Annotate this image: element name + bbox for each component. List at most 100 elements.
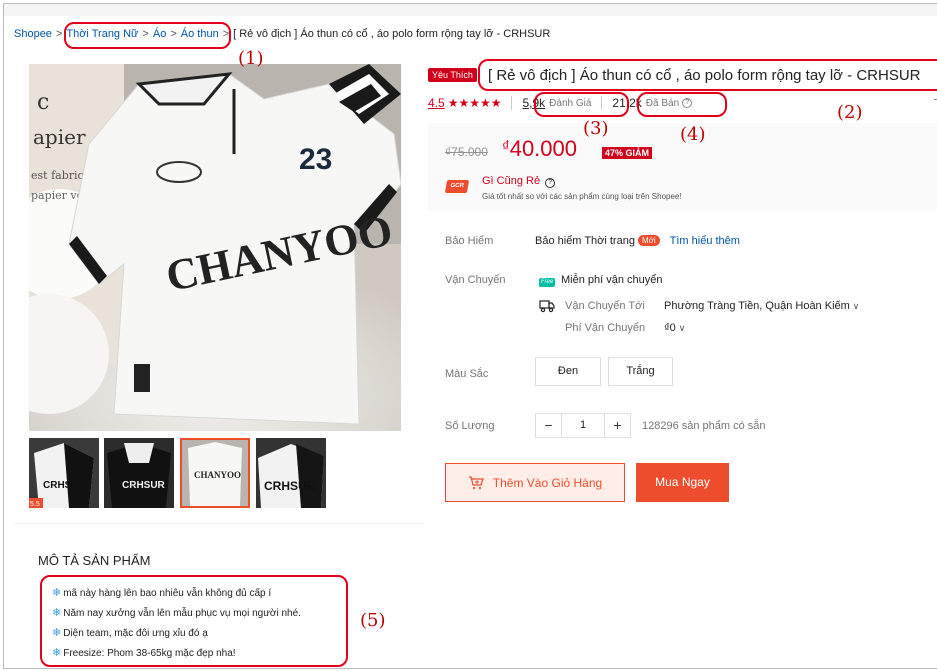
stock-available: 128296 sản phẩm có sẵn <box>642 420 766 432</box>
color-label: Màu Sắc <box>445 368 489 380</box>
reviews-count[interactable]: 5,9k <box>522 96 545 110</box>
breadcrumb-separator: > <box>55 28 63 40</box>
discount-badge: 47% GIẢM <box>602 147 653 159</box>
list-item: ❄ Năm nay xưởng vẫn lên mẫu phục vụ mọi n… <box>52 604 301 624</box>
cart-icon <box>468 475 484 489</box>
rating-value[interactable]: 4.5 <box>428 96 445 110</box>
rating-row: 4.5 ★★★★★ 5,9k Đánh Giá 21,2k Đã Bán ? <box>428 96 693 110</box>
current-price: ₫40.000 <box>502 136 577 162</box>
background-paper-text: apier <box>33 125 86 149</box>
star-rating-icon: ★★★★★ <box>447 96 502 110</box>
divider <box>511 96 513 110</box>
color-option-trang[interactable]: Trắng <box>608 357 673 386</box>
snowflake-icon: ❄ <box>52 607 62 619</box>
color-option-den[interactable]: Đen <box>535 357 601 386</box>
chevron-down-icon: ∨ <box>852 301 860 311</box>
increase-button[interactable]: + <box>605 414 630 437</box>
thumbnail-photo: CRHSUR <box>104 438 174 508</box>
insurance-name: Bảo hiểm Thời trang <box>535 235 635 247</box>
shipping-fee-value: ₫0 <box>664 322 676 334</box>
description-line: mã này hàng lên bao nhiêu vẫn không đủ c… <box>63 588 272 599</box>
free-shipping-text: Miễn phí vận chuyển <box>561 274 663 286</box>
free-shipping-icon: Free <box>539 278 555 287</box>
insurance-value: Bảo hiểm Thời trang Mới Tìm hiểu thêm <box>535 235 740 247</box>
annotation-label-3: (3) <box>583 118 609 139</box>
quantity-label: Số Lượng <box>445 420 495 432</box>
add-to-cart-label: Thêm Vào Giỏ Hàng <box>492 475 603 490</box>
learn-more-link[interactable]: Tìm hiểu thêm <box>670 235 740 247</box>
help-icon[interactable]: ? <box>682 98 693 108</box>
snowflake-icon: ❄ <box>52 647 62 659</box>
ship-to-label: Vận Chuyển Tới <box>565 300 645 312</box>
breadcrumb-separator: > <box>142 28 149 40</box>
breadcrumb-separator: > <box>170 28 177 40</box>
thumbnail-brand-text: CRHSUR <box>43 480 87 491</box>
thumbnail-photo: CHANYOO <box>180 438 250 508</box>
shipping-label: Vận Chuyển <box>445 274 506 286</box>
thumbnail-brand-text: CHANYOO <box>194 470 241 480</box>
thumbnail-2[interactable]: CRHSUR <box>104 438 174 508</box>
section-divider <box>14 523 424 524</box>
thumbnail-brand-text: CRHSUR <box>264 479 316 493</box>
quantity-input[interactable]: 1 <box>561 414 605 437</box>
free-shipping: Free Miễn phí vận chuyển <box>539 274 663 287</box>
reviews-label: Đánh Giá <box>549 97 592 109</box>
favorite-badge: Yêu Thích <box>428 68 477 82</box>
product-title: [ Rẻ vô địch ] Áo thun có cổ , áo polo f… <box>488 67 921 84</box>
thumbnail-3-selected[interactable]: CHANYOO <box>180 438 250 508</box>
shirt-number-print: 23 <box>299 143 332 176</box>
thumbnail-photo: CRHSUR 5.5 <box>29 438 99 508</box>
currency-symbol: ₫ <box>502 138 510 155</box>
ship-to-selector[interactable]: Phường Tràng Tiền, Quận Hoàn Kiếm ∨ <box>664 300 859 312</box>
thumbnail-4[interactable]: CRHSUR <box>256 438 326 508</box>
list-item: ❄ mã này hàng lên bao nhiêu vẫn không đủ … <box>52 584 301 604</box>
description-list: ❄ mã này hàng lên bao nhiêu vẫn không đủ … <box>52 584 301 664</box>
breadcrumb-ao-thun[interactable]: Áo thun <box>181 28 219 40</box>
promo-subtitle: Giá tốt nhất so với các sản phẩm cùng lo… <box>482 192 682 201</box>
chevron-down-icon: ∨ <box>678 323 686 333</box>
shipping-fee-label: Phí Vận Chuyển <box>565 322 646 334</box>
list-item: ❄ Diện team, mặc đôi ưng xỉu đó ạ <box>52 624 301 644</box>
annotation-label-1: (1) <box>238 48 264 69</box>
breadcrumb: Shopee > Thời Trang Nữ > Áo > Áo thun >[ Rẻ vô … <box>14 28 550 40</box>
product-photo: c apier est fabriqué papier végéta 23 CH… <box>29 64 401 431</box>
description-line: Năm nay xưởng vẫn lên mẫu phục vụ mọi ng… <box>63 608 301 619</box>
breadcrumb-separator: > <box>222 28 230 40</box>
ship-to-value: Phường Tràng Tiền, Quận Hoàn Kiếm <box>664 300 850 312</box>
promo-title[interactable]: Gì Cũng Rẻ? <box>482 175 556 188</box>
new-badge: Mới <box>637 235 660 246</box>
buy-now-button[interactable]: Mua Ngay <box>636 463 729 502</box>
breadcrumb-thoi-trang-nu[interactable]: Thời Trang Nữ <box>66 28 138 40</box>
add-to-cart-button[interactable]: Thêm Vào Giỏ Hàng <box>445 463 625 502</box>
annotation-label-5: (5) <box>360 610 386 631</box>
snowflake-icon: ❄ <box>52 627 62 639</box>
thumbnail-1[interactable]: CRHSUR 5.5 <box>29 438 99 508</box>
thumbnail-sale-badge: 5.5 <box>30 501 40 508</box>
thumbnail-photo: CRHSUR <box>256 438 326 508</box>
gi-cung-re-logo-icon: GCR <box>444 180 470 193</box>
quantity-stepper: − 1 + <box>535 413 631 438</box>
annotation-label-2: (2) <box>837 102 863 123</box>
background-paper-text: c <box>37 90 49 115</box>
list-item: ❄ Freesize: Phom 38-65kg mặc đẹp nha! <box>52 644 301 664</box>
original-price: ₫75.000 <box>445 145 488 159</box>
truck-icon <box>539 300 555 313</box>
help-icon[interactable]: ? <box>545 178 556 188</box>
thumbnail-brand-text: CRHSUR <box>122 480 166 491</box>
snowflake-icon: ❄ <box>52 587 62 599</box>
insurance-label: Bảo Hiểm <box>445 235 494 247</box>
promo-title-text: Gì Cũng Rẻ <box>482 175 541 187</box>
description-heading: MÔ TẢ SẢN PHẨM <box>38 553 151 568</box>
sold-count: 21,2k <box>612 96 642 110</box>
shipping-fee-selector[interactable]: ₫0 ∨ <box>664 322 685 334</box>
current-price-value: 40.000 <box>509 136 577 161</box>
sold-label: Đã Bán <box>645 97 680 109</box>
breadcrumb-ao[interactable]: Áo <box>153 28 166 40</box>
product-main-image[interactable]: c apier est fabriqué papier végéta 23 CH… <box>29 64 401 431</box>
annotation-label-4: (4) <box>680 124 706 145</box>
breadcrumb-shopee[interactable]: Shopee <box>14 28 52 40</box>
divider <box>601 96 603 110</box>
decrease-button[interactable]: − <box>536 414 561 437</box>
description-line: Freesize: Phom 38-65kg mặc đẹp nha! <box>63 648 236 659</box>
breadcrumb-current: [ Rẻ vô địch ] Áo thun có cổ , áo polo f… <box>233 28 551 40</box>
